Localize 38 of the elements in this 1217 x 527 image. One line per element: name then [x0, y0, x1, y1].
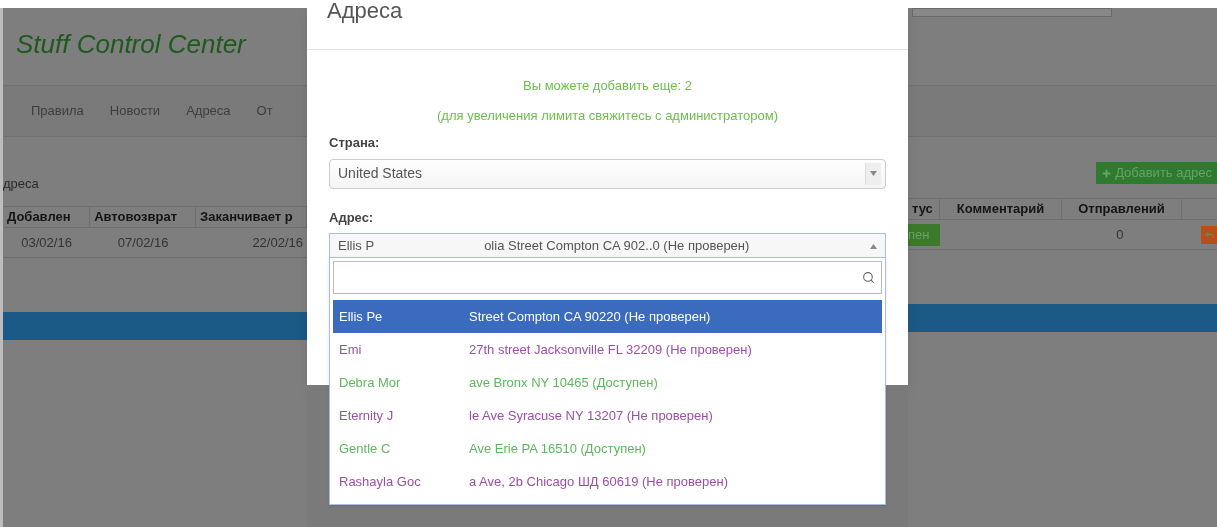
nav-link[interactable]: Новости	[109, 101, 161, 121]
search-field[interactable]	[333, 261, 882, 294]
table-cell-text: 22/02/16	[251, 233, 304, 252]
caret-icon	[870, 243, 877, 249]
table-cell-text: 07/02/16	[116, 233, 170, 252]
reply-icon	[1203, 229, 1215, 240]
select-field[interactable]	[912, 8, 1112, 17]
address-select[interactable]: Ellis P olia Street Compton CA 902..0 (Не проверен)	[329, 233, 886, 259]
caret-icon	[870, 171, 877, 176]
address-option[interactable]: Ellis Pe Street Compton CA 90220 (Не проверен)	[333, 300, 882, 333]
table-cell-text: 03/02/16	[20, 233, 73, 252]
plus-icon	[1101, 167, 1113, 179]
column-header: Комментарий	[940, 199, 1062, 219]
field-label: Адрес:	[329, 208, 375, 227]
address-option[interactable]: Rashayla Goc a Ave, 2b Chicago ШД 60619 (Не проверен)	[333, 465, 882, 498]
nav-link[interactable]: От	[256, 101, 273, 121]
return-button[interactable]	[1201, 225, 1217, 244]
nav-link[interactable]: Адреса	[186, 101, 231, 121]
search-icon	[862, 271, 875, 284]
site-title: Stuff Control Center	[16, 27, 246, 61]
modal-title: Адреса	[327, 0, 403, 23]
address-option[interactable]: Debra Mor ave Bronx NY 10465 (Доступен)	[333, 366, 882, 399]
column-header: Автовозврат	[90, 207, 197, 227]
add-address-button[interactable]: Добавить адрес	[1096, 162, 1217, 184]
address-option[interactable]: Emi 27th street Jacksonville FL 32209 (Не проверен)	[333, 333, 882, 366]
limit-hint: (для увеличения лимита свяжитесь с администратором)	[436, 106, 779, 125]
section-title: дреса	[3, 175, 39, 194]
address-option[interactable]: Gentle C Ave Erie PA 16510 (Доступен)	[333, 432, 882, 465]
column-header: тус	[908, 199, 940, 219]
country-select[interactable]: United States	[329, 158, 886, 189]
nav-link[interactable]: Правила	[31, 101, 84, 121]
column-header: Добавлен	[3, 207, 91, 227]
status-badge: пен	[908, 223, 940, 246]
column-header: Отправлений	[1062, 199, 1182, 219]
table-cell-text: 0	[1115, 225, 1125, 244]
limit-notice: Вы можете добавить еще: 2	[522, 77, 693, 95]
address-option[interactable]: Eternity J le Ave Syracuse NY 13207 (Не проверен)	[333, 399, 882, 432]
field-label: Страна:	[329, 134, 381, 152]
